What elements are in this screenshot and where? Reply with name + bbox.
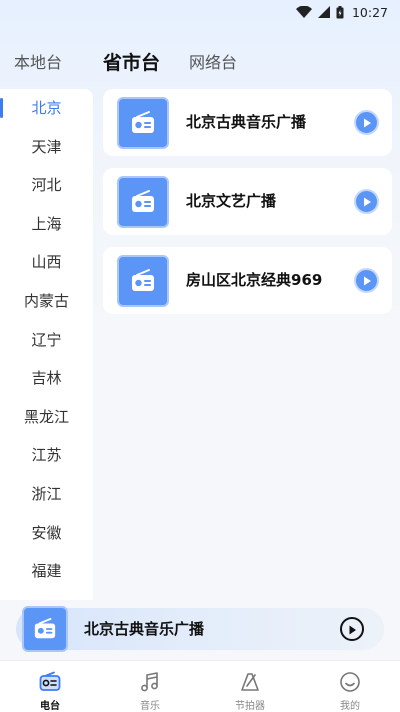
play-button[interactable] bbox=[354, 110, 379, 135]
sidebar-item-inner-mongolia[interactable]: 内蒙古 bbox=[0, 282, 93, 321]
sidebar-item-anhui[interactable]: 安徽 bbox=[0, 514, 93, 553]
smiley-icon bbox=[337, 669, 363, 694]
battery-icon bbox=[336, 5, 344, 19]
station-card[interactable]: 房山区北京经典969 bbox=[103, 247, 392, 314]
music-note-icon bbox=[137, 669, 163, 694]
sidebar-item-jiangsu[interactable]: 江苏 bbox=[0, 436, 93, 475]
nav-label: 电台 bbox=[40, 701, 60, 712]
province-sidebar: 北京 天津 河北 上海 山西 内蒙古 辽宁 吉林 黑龙江 江苏 浙江 安徽 福建 bbox=[0, 89, 93, 600]
radio-icon bbox=[117, 176, 169, 228]
tab-local[interactable]: 本地台 bbox=[14, 48, 62, 78]
play-button[interactable] bbox=[354, 189, 379, 214]
play-button[interactable] bbox=[354, 268, 379, 293]
nav-label: 我的 bbox=[340, 701, 360, 712]
nav-label: 节拍器 bbox=[235, 701, 265, 712]
station-card[interactable]: 北京文艺广播 bbox=[103, 168, 392, 235]
radio-icon bbox=[37, 669, 63, 694]
category-tabs: 本地台 省市台 网络台 bbox=[0, 48, 400, 78]
wifi-icon bbox=[295, 6, 312, 18]
nav-label: 音乐 bbox=[140, 701, 160, 712]
tab-province[interactable]: 省市台 bbox=[103, 48, 160, 78]
sidebar-item-beijing[interactable]: 北京 bbox=[0, 89, 93, 128]
tab-network[interactable]: 网络台 bbox=[189, 48, 237, 78]
sidebar-item-tianjin[interactable]: 天津 bbox=[0, 128, 93, 167]
sidebar-item-jilin[interactable]: 吉林 bbox=[0, 359, 93, 398]
play-icon bbox=[362, 113, 372, 132]
nav-item-radio[interactable]: 电台 bbox=[0, 661, 100, 712]
station-name: 北京古典音乐广播 bbox=[186, 113, 307, 131]
sidebar-item-shanghai[interactable]: 上海 bbox=[0, 205, 93, 244]
play-icon bbox=[362, 271, 372, 290]
status-time: 10:27 bbox=[351, 4, 388, 20]
sidebar-item-liaoning[interactable]: 辽宁 bbox=[0, 321, 93, 360]
station-list: 北京古典音乐广播 北京文艺广播 房山区北京经典969 bbox=[103, 89, 392, 326]
radio-icon bbox=[22, 606, 68, 652]
station-name: 房山区北京经典969 bbox=[186, 271, 323, 289]
mini-play-button[interactable] bbox=[340, 617, 364, 641]
sidebar-item-heilongjiang[interactable]: 黑龙江 bbox=[0, 398, 93, 437]
now-playing-title: 北京古典音乐广播 bbox=[84, 620, 205, 638]
play-icon bbox=[362, 192, 372, 211]
metronome-icon bbox=[237, 669, 263, 694]
signal-icon bbox=[317, 6, 330, 18]
sidebar-item-shanxi[interactable]: 山西 bbox=[0, 243, 93, 282]
nav-item-music[interactable]: 音乐 bbox=[100, 661, 200, 712]
mini-player[interactable]: 北京古典音乐广播 bbox=[16, 606, 384, 652]
play-icon bbox=[347, 620, 357, 639]
station-name: 北京文艺广播 bbox=[186, 192, 277, 210]
nav-item-profile[interactable]: 我的 bbox=[300, 661, 400, 712]
radio-icon bbox=[117, 97, 169, 149]
station-card[interactable]: 北京古典音乐广播 bbox=[103, 89, 392, 156]
sidebar-item-hebei[interactable]: 河北 bbox=[0, 166, 93, 205]
radio-icon bbox=[117, 255, 169, 307]
nav-item-metronome[interactable]: 节拍器 bbox=[200, 661, 300, 712]
bottom-nav: 电台 音乐 节拍器 我的 bbox=[0, 660, 400, 712]
sidebar-item-fujian[interactable]: 福建 bbox=[0, 552, 93, 591]
status-bar: 10:27 bbox=[0, 0, 400, 24]
sidebar-item-zhejiang[interactable]: 浙江 bbox=[0, 475, 93, 514]
